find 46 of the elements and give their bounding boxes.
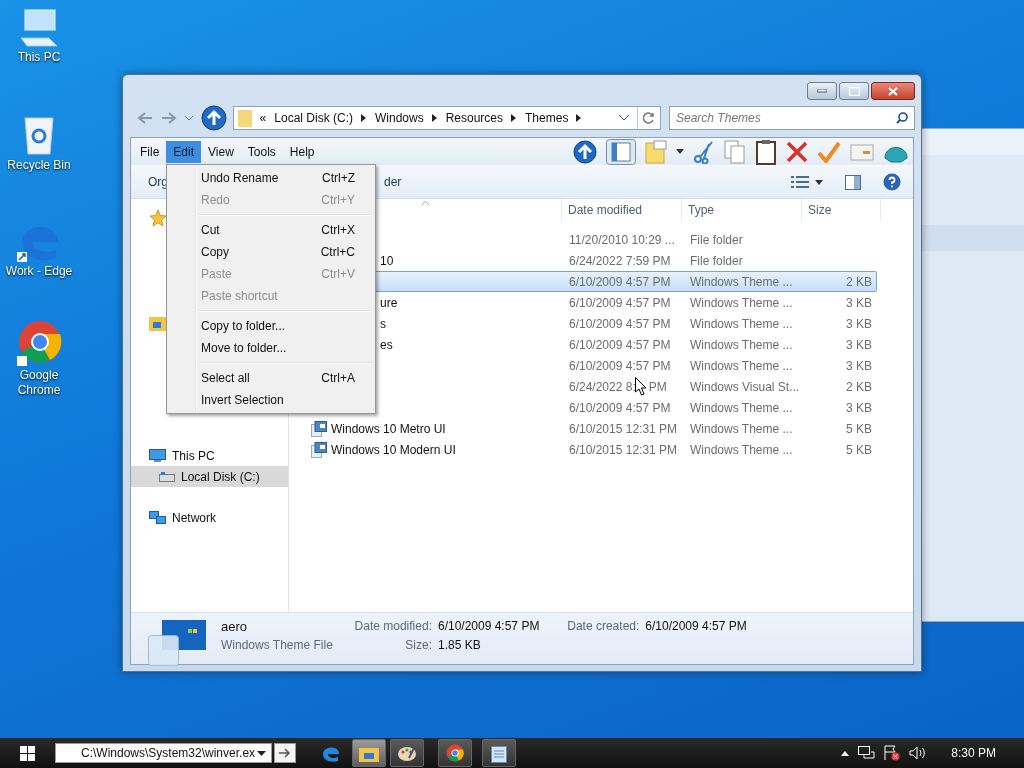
type-text: File folder xyxy=(690,253,743,268)
detail-label: Date modified: xyxy=(353,619,432,633)
type-text: Windows Theme ... xyxy=(690,421,793,436)
file-name: 10 xyxy=(380,253,394,268)
type-text: Windows Theme ... xyxy=(690,337,793,352)
date-text: 6/10/2015 12:31 PM xyxy=(569,442,678,457)
file-name: s xyxy=(380,316,386,331)
size-text: 2 KB xyxy=(846,274,872,289)
type-text: Windows Theme ... xyxy=(690,316,793,331)
detail-label: Date created: xyxy=(566,619,640,633)
date-text: 6/10/2015 12:31 PM xyxy=(569,421,678,436)
date-text: 6/24/2022 8: xyxy=(569,379,636,394)
detail-label: Size: xyxy=(404,638,432,652)
type-text: Windows Visual St... xyxy=(690,379,800,394)
type-text: Windows Theme ... xyxy=(690,274,793,289)
detail-value: 6/10/2009 4:57 PM xyxy=(645,619,748,633)
date-text: 11/20/2010 10:29 ... xyxy=(569,232,675,247)
file-name: aero xyxy=(221,619,249,634)
type-text: Windows Theme ... xyxy=(690,295,793,310)
size-text: 3 KB xyxy=(846,337,872,352)
type-text: Windows Theme ... xyxy=(690,358,793,373)
size-text: 3 KB xyxy=(846,358,872,373)
file-name: Windows 10 Metro UI xyxy=(331,421,446,436)
type-text: Windows Theme ... xyxy=(690,400,793,415)
date-text: PM xyxy=(648,379,667,394)
type-text: Windows Theme ... xyxy=(690,442,793,457)
detail-value: 6/10/2009 4:57 PM xyxy=(437,619,541,633)
date-text: 6/24/2022 7:59 PM xyxy=(569,253,671,268)
date-text: 6/10/2009 4:57 PM xyxy=(569,295,671,310)
size-text: 3 KB xyxy=(846,400,872,415)
size-text: 5 KB xyxy=(846,421,872,436)
date-text: 6/10/2009 4:57 PM xyxy=(569,358,671,373)
file-name: es xyxy=(380,337,393,352)
date-text: 6/10/2009 4:57 PM xyxy=(569,316,671,331)
size-text: 3 KB xyxy=(846,295,872,310)
size-text: 5 KB xyxy=(846,442,872,457)
size-text: 2 KB xyxy=(846,379,872,394)
size-text: 3 KB xyxy=(846,316,872,331)
type-text: File folder xyxy=(690,232,743,247)
file-name: Windows 10 Modern UI xyxy=(331,442,456,457)
file-name: ure xyxy=(380,295,398,310)
file-type: Windows Theme File xyxy=(221,638,334,652)
date-text: 6/10/2009 4:57 PM xyxy=(569,400,671,415)
date-text: 6/10/2009 4:57 PM xyxy=(569,274,671,289)
date-text: 6/10/2009 4:57 PM xyxy=(569,337,671,352)
detail-value: 1.85 KB xyxy=(437,638,482,652)
